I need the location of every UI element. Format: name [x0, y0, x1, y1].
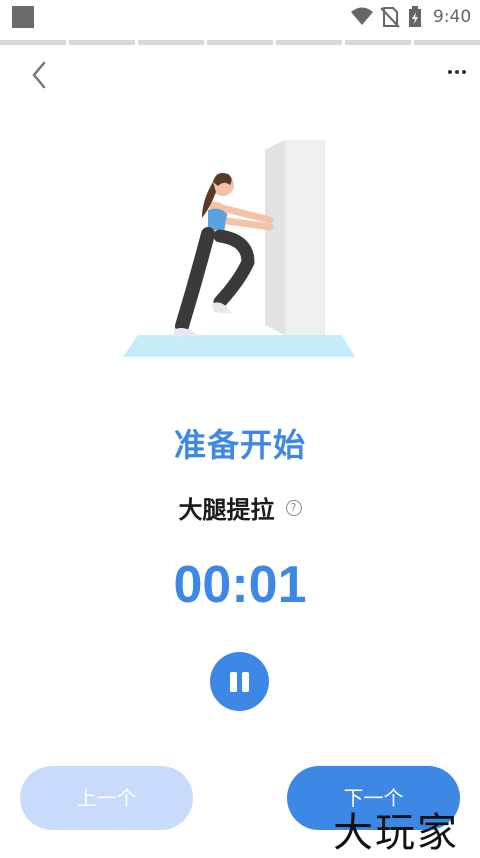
more-options-button[interactable] [440, 62, 470, 82]
pause-icon [242, 672, 249, 692]
status-time: 9:40 [433, 7, 472, 27]
progress-segment [69, 40, 135, 45]
progress-segment [0, 40, 66, 45]
exercise-progress-bar [0, 40, 480, 45]
exercise-illustration [123, 140, 355, 357]
pause-icon [230, 672, 237, 692]
pause-button[interactable] [210, 652, 269, 711]
wifi-icon [351, 7, 373, 25]
progress-segment [207, 40, 273, 45]
app-square-icon [12, 6, 34, 28]
status-bar: 9:40 [0, 0, 480, 34]
state-label: 准备开始 [173, 426, 306, 464]
countdown-timer: 00:01 [173, 556, 307, 614]
chevron-left-icon [32, 61, 46, 89]
battery-charging-icon [409, 6, 421, 27]
watermark-logo: 大玩家 [333, 810, 459, 856]
more-dots-icon [448, 70, 466, 74]
progress-segment [138, 40, 204, 45]
progress-segment [345, 40, 411, 45]
progress-segment [414, 40, 480, 45]
previous-exercise-button[interactable]: 上一个 [20, 766, 193, 830]
progress-segment [276, 40, 342, 45]
back-button[interactable] [26, 58, 56, 92]
help-icon[interactable]: ? [285, 499, 302, 516]
no-sim-icon [380, 7, 400, 28]
exercise-name: 大腿提拉 [178, 496, 275, 524]
exercise-title-row: 大腿提拉 ? [0, 490, 480, 525]
